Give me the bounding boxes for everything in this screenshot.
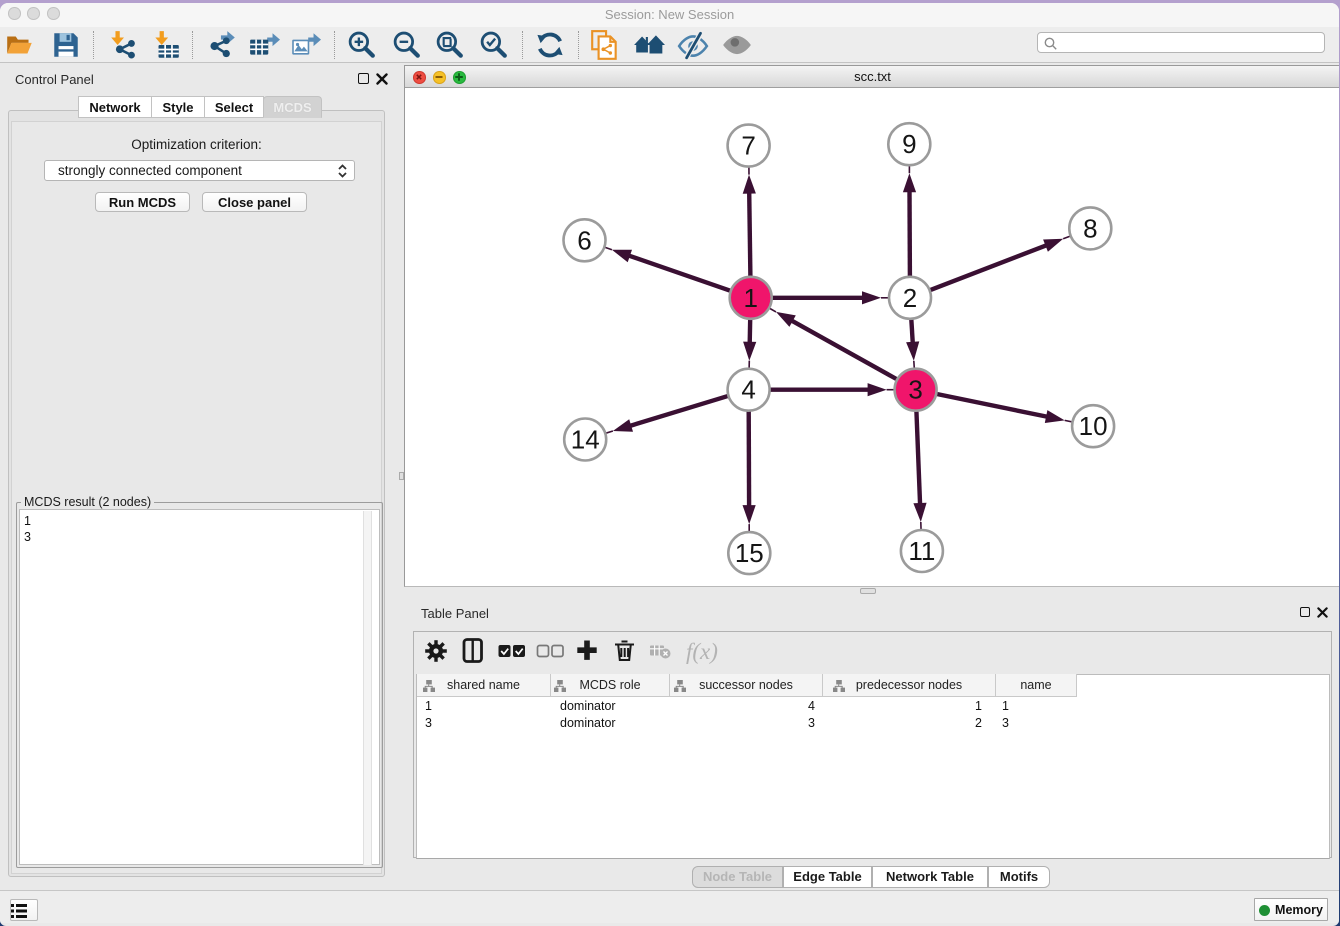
svg-text:8: 8 (1083, 213, 1097, 243)
svg-text:f(x): f(x) (686, 639, 718, 664)
svg-text:11: 11 (908, 536, 935, 566)
svg-text:4: 4 (741, 375, 755, 405)
svg-text:15: 15 (735, 538, 764, 568)
svg-text:1: 1 (743, 283, 757, 313)
svg-text:3: 3 (908, 375, 922, 405)
svg-text:14: 14 (571, 425, 600, 455)
svg-text:7: 7 (741, 131, 755, 161)
svg-text:2: 2 (903, 283, 917, 313)
svg-text:6: 6 (577, 225, 591, 255)
svg-text:10: 10 (1079, 411, 1108, 441)
svg-text:9: 9 (902, 129, 916, 159)
